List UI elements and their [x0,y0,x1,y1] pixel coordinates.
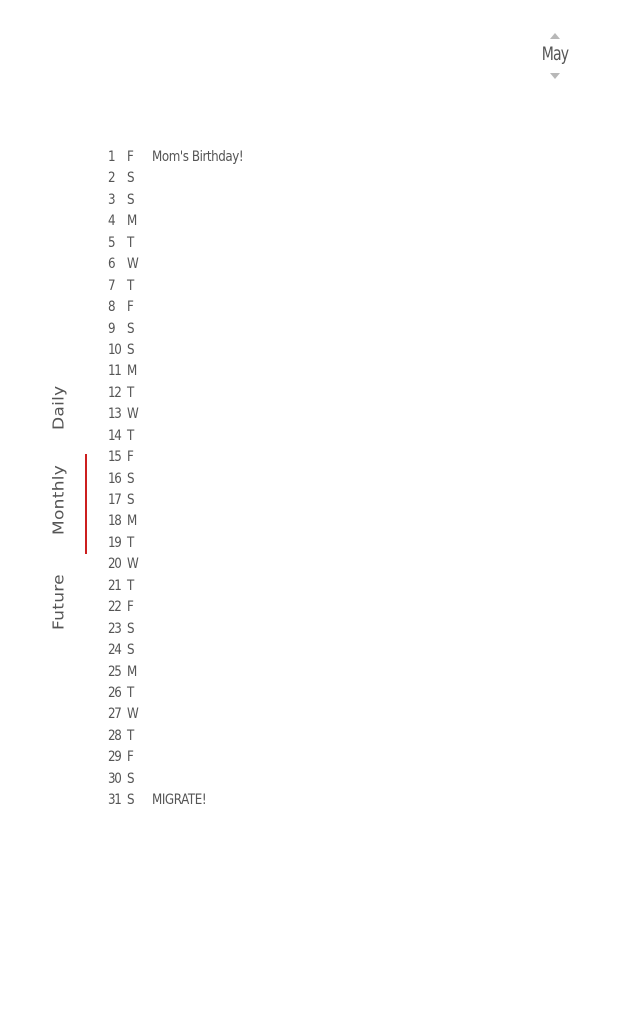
day-number: 9 [108,320,116,337]
weekday-letter: T [127,277,135,294]
month-label: May [541,43,569,65]
weekday-letter: S [127,642,135,659]
day-number: 7 [108,277,116,294]
day-number: 21 [108,577,122,594]
month-picker[interactable]: May [528,30,582,84]
weekday-letter: T [127,534,135,551]
day-number: 15 [108,449,122,466]
weekday-letter: T [127,384,135,401]
day-number: 8 [108,299,116,316]
chevron-down-icon[interactable] [550,73,560,79]
active-tab-indicator [85,454,87,554]
day-number: 1 [108,149,116,165]
weekday-letter: F [127,449,134,466]
day-number: 27 [108,706,122,723]
weekday-letter: W [127,706,139,723]
weekday-letter: F [127,599,134,616]
day-number: 12 [108,384,122,401]
day-number: 3 [108,191,116,208]
weekday-letter: M [127,513,138,530]
day-event-text: MIGRATE! [152,792,207,809]
tab-monthly[interactable]: Monthly [50,465,68,535]
weekday-letter: T [127,234,135,251]
day-number: 29 [108,749,122,766]
day-number: 30 [108,770,122,787]
weekday-letter: S [127,341,135,358]
weekday-letter: S [127,492,135,508]
day-number: 14 [108,427,122,444]
day-number: 17 [108,492,122,508]
day-number: 22 [108,599,122,616]
day-number: 2 [108,170,116,187]
day-number: 16 [108,470,122,487]
weekday-letter: F [127,749,134,766]
weekday-letter: W [127,556,139,573]
day-number: 25 [108,663,122,680]
chevron-up-icon[interactable] [550,33,560,39]
weekday-letter: T [127,727,135,744]
weekday-letter: M [127,213,138,230]
weekday-letter: W [127,406,139,423]
weekday-letter: M [127,663,138,680]
weekday-letter: M [127,363,138,380]
day-event-text: Mom's Birthday! [152,149,244,165]
day-number: 28 [108,727,122,744]
weekday-letter: T [127,427,135,444]
day-number: 5 [108,234,116,251]
weekday-letter: S [127,470,135,487]
day-number: 20 [108,556,122,573]
day-number: 24 [108,642,122,659]
day-number: 6 [108,256,116,273]
weekday-letter: S [127,191,135,208]
day-number: 23 [108,620,122,637]
day-number: 11 [108,363,122,380]
weekday-letter: S [127,770,135,787]
weekday-letter: T [127,684,135,701]
weekday-letter: S [127,170,135,187]
weekday-letter: S [127,620,135,637]
tab-future[interactable]: Future [50,574,68,630]
day-number: 18 [108,513,122,530]
weekday-letter: F [127,149,134,165]
day-number: 13 [108,406,122,423]
weekday-letter: S [127,320,135,337]
day-number: 19 [108,534,122,551]
weekday-letter: W [127,256,139,273]
day-number: 31 [108,792,122,809]
weekday-letter: T [127,577,135,594]
tab-daily[interactable]: Daily [50,385,68,430]
day-number: 10 [108,341,122,358]
day-number: 4 [108,213,116,230]
day-number: 26 [108,684,122,701]
weekday-letter: F [127,299,134,316]
weekday-letter: S [127,792,135,809]
